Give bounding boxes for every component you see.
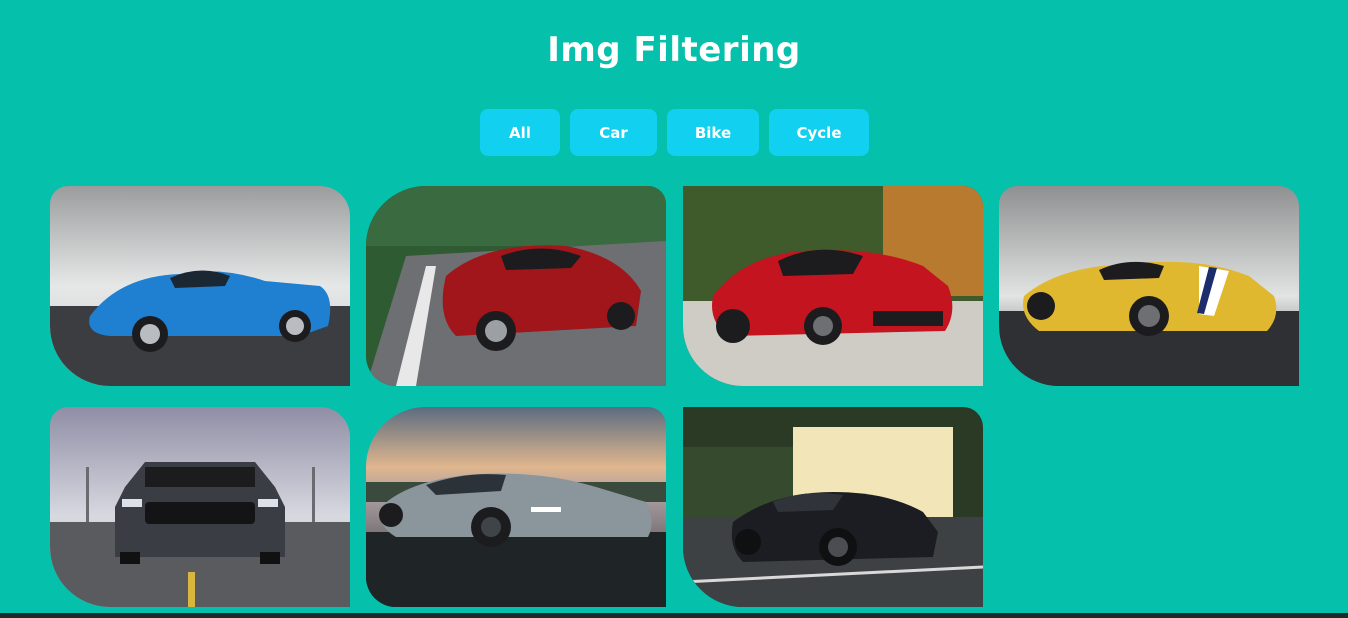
yellow-convertible-photo — [999, 186, 1299, 386]
filter-car-button[interactable]: Car — [570, 109, 657, 156]
gallery-image-gray-muscle-car[interactable] — [50, 407, 350, 607]
filter-cycle-button[interactable]: Cycle — [769, 109, 869, 156]
gallery-image-silver-coupe[interactable] — [366, 407, 666, 607]
silver-coupe-photo — [366, 407, 666, 607]
blue-car-photo — [50, 186, 350, 386]
filter-all-button[interactable]: All — [480, 109, 560, 156]
filter-bar: All Car Bike Cycle — [480, 109, 869, 156]
gallery-image-red-sports-car[interactable] — [683, 186, 983, 386]
black-muscle-car-photo — [683, 407, 983, 607]
bottom-bar — [0, 613, 1348, 618]
gallery-image-yellow-convertible[interactable] — [999, 186, 1299, 386]
page-title: Img Filtering — [547, 30, 801, 70]
gallery-image-black-muscle-car[interactable] — [683, 407, 983, 607]
page: Img Filtering All Car Bike Cycle — [0, 0, 1348, 618]
red-sports-car-photo — [683, 186, 983, 386]
gallery-image-red-coupe[interactable] — [366, 186, 666, 386]
gallery-image-blue-car[interactable] — [50, 186, 350, 386]
filter-bike-button[interactable]: Bike — [667, 109, 759, 156]
gray-muscle-car-photo — [50, 407, 350, 607]
red-coupe-photo — [366, 186, 666, 386]
